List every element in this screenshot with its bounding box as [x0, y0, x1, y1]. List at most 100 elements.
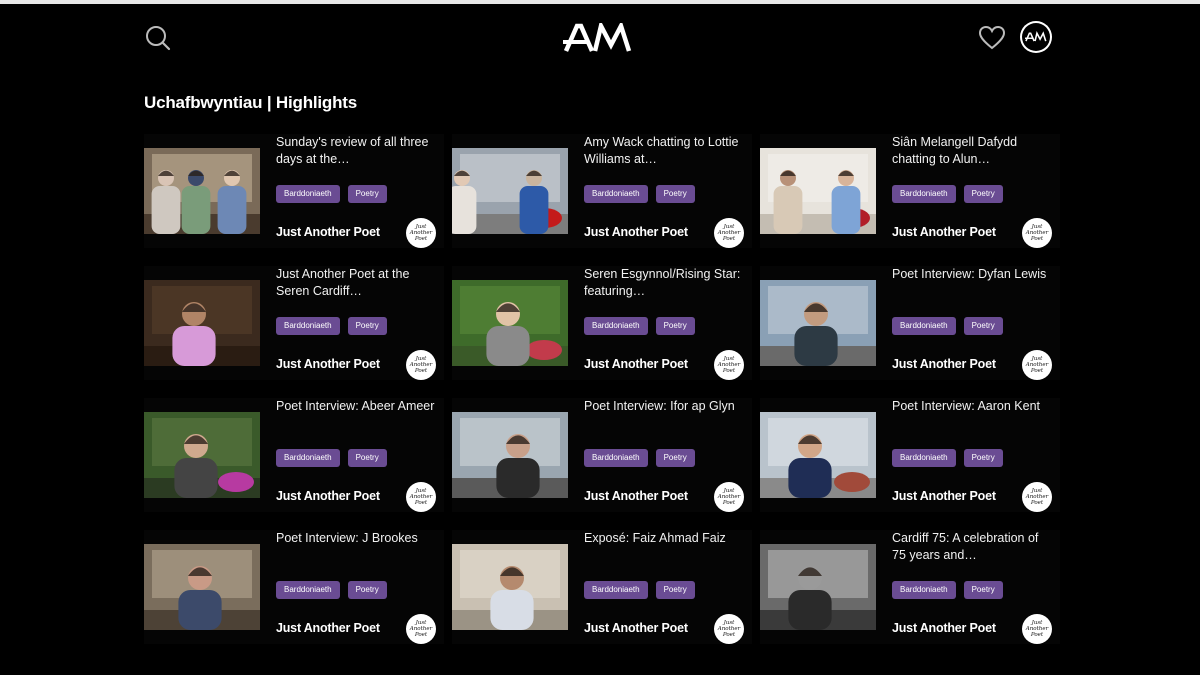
author-name[interactable]: Just Another Poet	[892, 489, 996, 503]
video-thumbnail[interactable]	[760, 544, 876, 630]
video-card[interactable]: Sunday's review of all three days at the…	[144, 134, 444, 248]
video-thumbnail[interactable]	[760, 412, 876, 498]
tag-barddoniaeth[interactable]: Barddoniaeth	[276, 185, 340, 203]
heart-icon[interactable]	[978, 24, 1006, 52]
tag-poetry[interactable]: Poetry	[655, 449, 695, 467]
author-logo[interactable]: Just Another Poet	[406, 350, 436, 380]
video-title[interactable]: Poet Interview: Abeer Ameer	[276, 398, 438, 415]
video-thumbnail[interactable]	[452, 148, 568, 234]
video-card[interactable]: Poet Interview: J Brookes Barddoniaeth P…	[144, 530, 444, 644]
tag-barddoniaeth[interactable]: Barddoniaeth	[276, 449, 340, 467]
author-logo[interactable]: Just Another Poet	[1022, 350, 1052, 380]
tag-list: Barddoniaeth Poetry	[584, 317, 695, 335]
video-thumbnail[interactable]	[452, 280, 568, 366]
tag-poetry[interactable]: Poetry	[347, 317, 387, 335]
author-logo-text: Just Another Poet	[409, 488, 433, 506]
author-logo-text: Just Another Poet	[717, 488, 741, 506]
video-title[interactable]: Poet Interview: Dyfan Lewis	[892, 266, 1054, 283]
author-name[interactable]: Just Another Poet	[892, 621, 996, 635]
video-thumbnail[interactable]	[452, 412, 568, 498]
author-logo[interactable]: Just Another Poet	[714, 350, 744, 380]
highlights-grid: Sunday's review of all three days at the…	[144, 134, 1060, 644]
author-logo[interactable]: Just Another Poet	[714, 218, 744, 248]
author-name[interactable]: Just Another Poet	[276, 357, 380, 371]
author-logo[interactable]: Just Another Poet	[406, 482, 436, 512]
video-thumbnail[interactable]	[144, 280, 260, 366]
video-thumbnail[interactable]	[144, 544, 260, 630]
tag-barddoniaeth[interactable]: Barddoniaeth	[584, 317, 648, 335]
video-card[interactable]: Just Another Poet at the Seren Cardiff… …	[144, 266, 444, 380]
author-name[interactable]: Just Another Poet	[276, 621, 380, 635]
author-logo-text: Just Another Poet	[717, 620, 741, 638]
video-card[interactable]: Siân Melangell Dafydd chatting to Alun… …	[760, 134, 1060, 248]
author-logo[interactable]: Just Another Poet	[714, 614, 744, 644]
video-thumbnail[interactable]	[760, 148, 876, 234]
tag-poetry[interactable]: Poetry	[655, 317, 695, 335]
author-name[interactable]: Just Another Poet	[892, 357, 996, 371]
video-title[interactable]: Poet Interview: J Brookes	[276, 530, 438, 547]
tag-poetry[interactable]: Poetry	[655, 185, 695, 203]
tag-barddoniaeth[interactable]: Barddoniaeth	[892, 581, 956, 599]
video-card[interactable]: Cardiff 75: A celebration of 75 years an…	[760, 530, 1060, 644]
video-title[interactable]: Amy Wack chatting to Lottie Williams at…	[584, 134, 746, 168]
author-logo[interactable]: Just Another Poet	[714, 482, 744, 512]
author-logo[interactable]: Just Another Poet	[1022, 614, 1052, 644]
tag-poetry[interactable]: Poetry	[655, 581, 695, 599]
video-title[interactable]: Seren Esgynnol/Rising Star: featuring…	[584, 266, 746, 300]
video-title[interactable]: Poet Interview: Ifor ap Glyn	[584, 398, 746, 415]
tag-poetry[interactable]: Poetry	[963, 317, 1003, 335]
tag-barddoniaeth[interactable]: Barddoniaeth	[892, 449, 956, 467]
tag-barddoniaeth[interactable]: Barddoniaeth	[584, 581, 648, 599]
video-title[interactable]: Poet Interview: Aaron Kent	[892, 398, 1054, 415]
site-logo[interactable]	[563, 19, 633, 53]
tag-poetry[interactable]: Poetry	[963, 449, 1003, 467]
video-title[interactable]: Exposé: Faiz Ahmad Faiz	[584, 530, 746, 547]
author-name[interactable]: Just Another Poet	[584, 225, 688, 239]
author-name[interactable]: Just Another Poet	[584, 357, 688, 371]
tag-list: Barddoniaeth Poetry	[276, 185, 387, 203]
author-logo[interactable]: Just Another Poet	[406, 614, 436, 644]
video-title[interactable]: Sunday's review of all three days at the…	[276, 134, 438, 168]
video-card[interactable]: Poet Interview: Aaron Kent Barddoniaeth …	[760, 398, 1060, 512]
video-thumbnail[interactable]	[452, 544, 568, 630]
author-logo[interactable]: Just Another Poet	[406, 218, 436, 248]
video-card[interactable]: Poet Interview: Abeer Ameer Barddoniaeth…	[144, 398, 444, 512]
author-logo-text: Just Another Poet	[409, 620, 433, 638]
video-title[interactable]: Cardiff 75: A celebration of 75 years an…	[892, 530, 1054, 564]
author-logo[interactable]: Just Another Poet	[1022, 482, 1052, 512]
tag-barddoniaeth[interactable]: Barddoniaeth	[276, 317, 340, 335]
author-name[interactable]: Just Another Poet	[276, 489, 380, 503]
tag-poetry[interactable]: Poetry	[347, 185, 387, 203]
author-logo[interactable]: Just Another Poet	[1022, 218, 1052, 248]
author-logo-text: Just Another Poet	[1025, 224, 1049, 242]
video-card[interactable]: Seren Esgynnol/Rising Star: featuring… B…	[452, 266, 752, 380]
tag-poetry[interactable]: Poetry	[347, 449, 387, 467]
tag-barddoniaeth[interactable]: Barddoniaeth	[892, 317, 956, 335]
author-name[interactable]: Just Another Poet	[584, 489, 688, 503]
author-name[interactable]: Just Another Poet	[276, 225, 380, 239]
tag-barddoniaeth[interactable]: Barddoniaeth	[584, 449, 648, 467]
video-card[interactable]: Poet Interview: Dyfan Lewis Barddoniaeth…	[760, 266, 1060, 380]
video-card[interactable]: Amy Wack chatting to Lottie Williams at……	[452, 134, 752, 248]
tag-poetry[interactable]: Poetry	[963, 581, 1003, 599]
search-icon[interactable]	[144, 24, 172, 52]
author-logo-text: Just Another Poet	[717, 224, 741, 242]
avatar[interactable]	[1020, 21, 1052, 53]
tag-poetry[interactable]: Poetry	[963, 185, 1003, 203]
video-card[interactable]: Poet Interview: Ifor ap Glyn Barddoniaet…	[452, 398, 752, 512]
video-thumbnail[interactable]	[144, 412, 260, 498]
video-thumbnail[interactable]	[760, 280, 876, 366]
tag-poetry[interactable]: Poetry	[347, 581, 387, 599]
author-name[interactable]: Just Another Poet	[584, 621, 688, 635]
video-thumbnail[interactable]	[144, 148, 260, 234]
tag-list: Barddoniaeth Poetry	[584, 581, 695, 599]
tag-barddoniaeth[interactable]: Barddoniaeth	[892, 185, 956, 203]
tag-list: Barddoniaeth Poetry	[584, 449, 695, 467]
author-name[interactable]: Just Another Poet	[892, 225, 996, 239]
video-title[interactable]: Siân Melangell Dafydd chatting to Alun…	[892, 134, 1054, 168]
video-card[interactable]: Exposé: Faiz Ahmad Faiz Barddoniaeth Poe…	[452, 530, 752, 644]
video-title[interactable]: Just Another Poet at the Seren Cardiff…	[276, 266, 438, 300]
site-header	[0, 4, 1200, 70]
tag-barddoniaeth[interactable]: Barddoniaeth	[276, 581, 340, 599]
tag-barddoniaeth[interactable]: Barddoniaeth	[584, 185, 648, 203]
